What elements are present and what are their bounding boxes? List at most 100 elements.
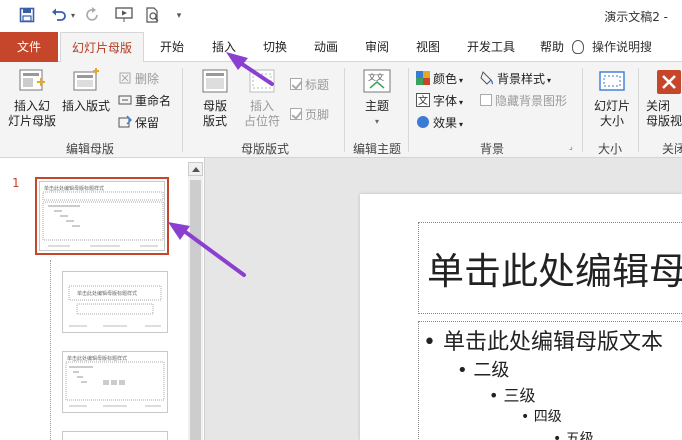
footer-checkbox-label: 页脚 <box>305 108 330 122</box>
group-separator <box>344 68 345 152</box>
ribbon-tab-row: 文件 幻灯片母版 开始 插入 切换 动画 审阅 视图 开发工具 帮助 操作说明搜 <box>0 32 682 63</box>
body-level-5: • 五级 <box>553 431 594 440</box>
background-styles-label: 背景样式 <box>497 72 546 86</box>
background-styles-button[interactable]: 背景样式 ▾ <box>480 70 551 88</box>
undo-icon[interactable] <box>50 7 68 25</box>
layout-thumbnail-title[interactable]: 单击此处编辑母版标题样式 <box>62 271 168 333</box>
delete-label: 删除 <box>135 72 160 86</box>
ribbon: 插入幻 灯片母版 插入版式 删除 重命名 保留 编辑母版 母版 版式 插入 占位… <box>0 62 682 158</box>
lightbulb-icon <box>572 40 584 54</box>
footer-check-icon <box>290 108 302 120</box>
colors-dropdown-icon: ▾ <box>459 76 464 85</box>
tab-view[interactable]: 视图 <box>408 32 448 62</box>
slide-size-button[interactable]: 幻灯片 大小 <box>588 68 636 129</box>
thumbnail-scrollbar[interactable] <box>188 162 203 440</box>
effects-button[interactable]: 效果 ▾ <box>416 114 463 132</box>
tab-developer[interactable]: 开发工具 <box>460 32 522 62</box>
size-group-label: 大小 <box>597 142 622 156</box>
slide-size-icon <box>597 68 627 96</box>
slide-number: 1 <box>12 176 20 190</box>
insert-placeholder-button: 插入 占位符 <box>238 68 286 129</box>
body-level-1: • 单击此处编辑母版文本 <box>423 330 663 355</box>
tab-animations[interactable]: 动画 <box>306 32 346 62</box>
tab-slide-master[interactable]: 幻灯片母版 <box>60 32 144 63</box>
undo-dropdown-icon[interactable]: ▾ <box>68 7 78 25</box>
document-title: 演示文稿2 - <box>604 10 668 24</box>
master-thumbnail[interactable]: 单击此处编辑母版标题样式 <box>35 177 169 255</box>
insert-slide-master-button[interactable]: 插入幻 灯片母版 <box>6 68 58 129</box>
slide-size-label: 幻灯片 大小 <box>593 99 630 128</box>
rename-button[interactable]: 重命名 <box>118 92 171 110</box>
title-check-icon <box>290 78 302 90</box>
svg-text:文文: 文文 <box>368 72 384 82</box>
insert-layout-icon <box>71 68 101 96</box>
colors-label: 颜色 <box>433 72 458 86</box>
master-layout-button[interactable]: 母版 版式 <box>192 68 238 129</box>
thumbnail-pane: 1 单击此处编辑母版标题样式 单击此处编辑母版标题样式 单击此处编辑母版标题样式 <box>0 158 205 440</box>
effects-label: 效果 <box>433 116 458 130</box>
master-layout-group-label: 母版版式 <box>240 142 289 156</box>
tab-insert[interactable]: 插入 <box>204 32 244 62</box>
body-level-2: • 二级 <box>457 360 510 381</box>
insert-placeholder-icon <box>247 68 277 96</box>
title-checkbox-label: 标题 <box>305 78 330 92</box>
tab-review[interactable]: 审阅 <box>357 32 397 62</box>
fonts-dropdown-icon: ▾ <box>459 98 464 107</box>
tab-file[interactable]: 文件 <box>0 32 58 62</box>
themes-button[interactable]: 文文 主题 ▾ <box>354 68 400 129</box>
customize-qat-icon[interactable]: ▾ <box>174 7 184 25</box>
preserve-icon <box>118 115 132 129</box>
hide-background-check-icon <box>480 94 492 106</box>
body-level-3: • 三级 <box>489 386 536 405</box>
group-separator <box>582 68 583 152</box>
layout-thumbnail-content[interactable]: 单击此处编辑母版标题样式 <box>62 351 168 413</box>
preserve-button[interactable]: 保留 <box>118 114 159 132</box>
edit-theme-group-label: 编辑主题 <box>352 142 401 156</box>
insert-slide-master-label: 插入幻 灯片母版 <box>7 99 56 128</box>
tab-transitions[interactable]: 切换 <box>255 32 295 62</box>
effects-dropdown-icon: ▾ <box>459 120 464 129</box>
group-separator <box>182 68 183 152</box>
hide-background-graphics-checkbox: 隐藏背景图形 <box>480 92 567 110</box>
slide-master-canvas[interactable]: 单击此处编辑母 • 单击此处编辑母版文本 • 二级 • 三级 • 四级 • 五级 <box>360 194 682 440</box>
layout-thumbnail-preview <box>68 285 162 327</box>
workspace: 1 单击此处编辑母版标题样式 单击此处编辑母版标题样式 单击此处编辑母版标题样式… <box>0 158 682 440</box>
insert-layout-button[interactable]: 插入版式 <box>60 68 112 114</box>
svg-text:文: 文 <box>418 94 428 107</box>
scroll-up-icon[interactable] <box>188 162 203 176</box>
redo-icon <box>84 7 102 25</box>
background-group-label: 背景 <box>479 142 504 156</box>
colors-button[interactable]: 颜色 ▾ <box>416 70 463 88</box>
close-master-view-label: 关闭 母版视 <box>646 99 682 128</box>
master-layout-label: 母版 版式 <box>202 99 227 128</box>
master-thumbnail-preview <box>42 191 164 247</box>
group-separator <box>408 68 409 152</box>
fonts-icon: 文 <box>416 93 430 107</box>
themes-label: 主题 <box>364 99 389 113</box>
save-icon[interactable] <box>18 7 36 25</box>
insert-slide-master-icon <box>17 68 47 96</box>
body-placeholder[interactable]: • 单击此处编辑母版文本 • 二级 • 三级 • 四级 • 五级 <box>418 321 682 440</box>
effects-icon <box>416 115 430 129</box>
group-separator <box>638 68 639 152</box>
scrollbar-thumb[interactable] <box>190 180 201 440</box>
master-thumbnail-canvas: 单击此处编辑母版标题样式 <box>39 181 165 251</box>
present-from-start-icon[interactable] <box>114 7 134 25</box>
layout-thumbnail-partial[interactable] <box>62 431 168 440</box>
insert-placeholder-label: 插入 占位符 <box>243 99 280 128</box>
close-group-label: 关闭 <box>662 142 682 156</box>
hide-background-label: 隐藏背景图形 <box>495 94 568 108</box>
rename-icon <box>118 93 132 107</box>
dialog-launcher-icon[interactable]: ⌟ <box>569 142 573 152</box>
tell-me-label: 操作说明搜 <box>592 40 653 54</box>
close-master-view-button[interactable]: 关闭 母版视 <box>646 68 682 129</box>
tell-me-search[interactable]: 操作说明搜 <box>572 32 653 62</box>
themes-dropdown-icon: ▾ <box>374 117 379 126</box>
title-placeholder[interactable]: 单击此处编辑母 <box>418 222 682 314</box>
fonts-button[interactable]: 文字体 ▾ <box>416 92 463 110</box>
rename-label: 重命名 <box>135 94 172 108</box>
close-master-view-icon <box>654 68 682 96</box>
tab-help[interactable]: 帮助 <box>532 32 572 62</box>
print-preview-icon[interactable] <box>144 7 162 25</box>
tab-home[interactable]: 开始 <box>152 32 192 62</box>
